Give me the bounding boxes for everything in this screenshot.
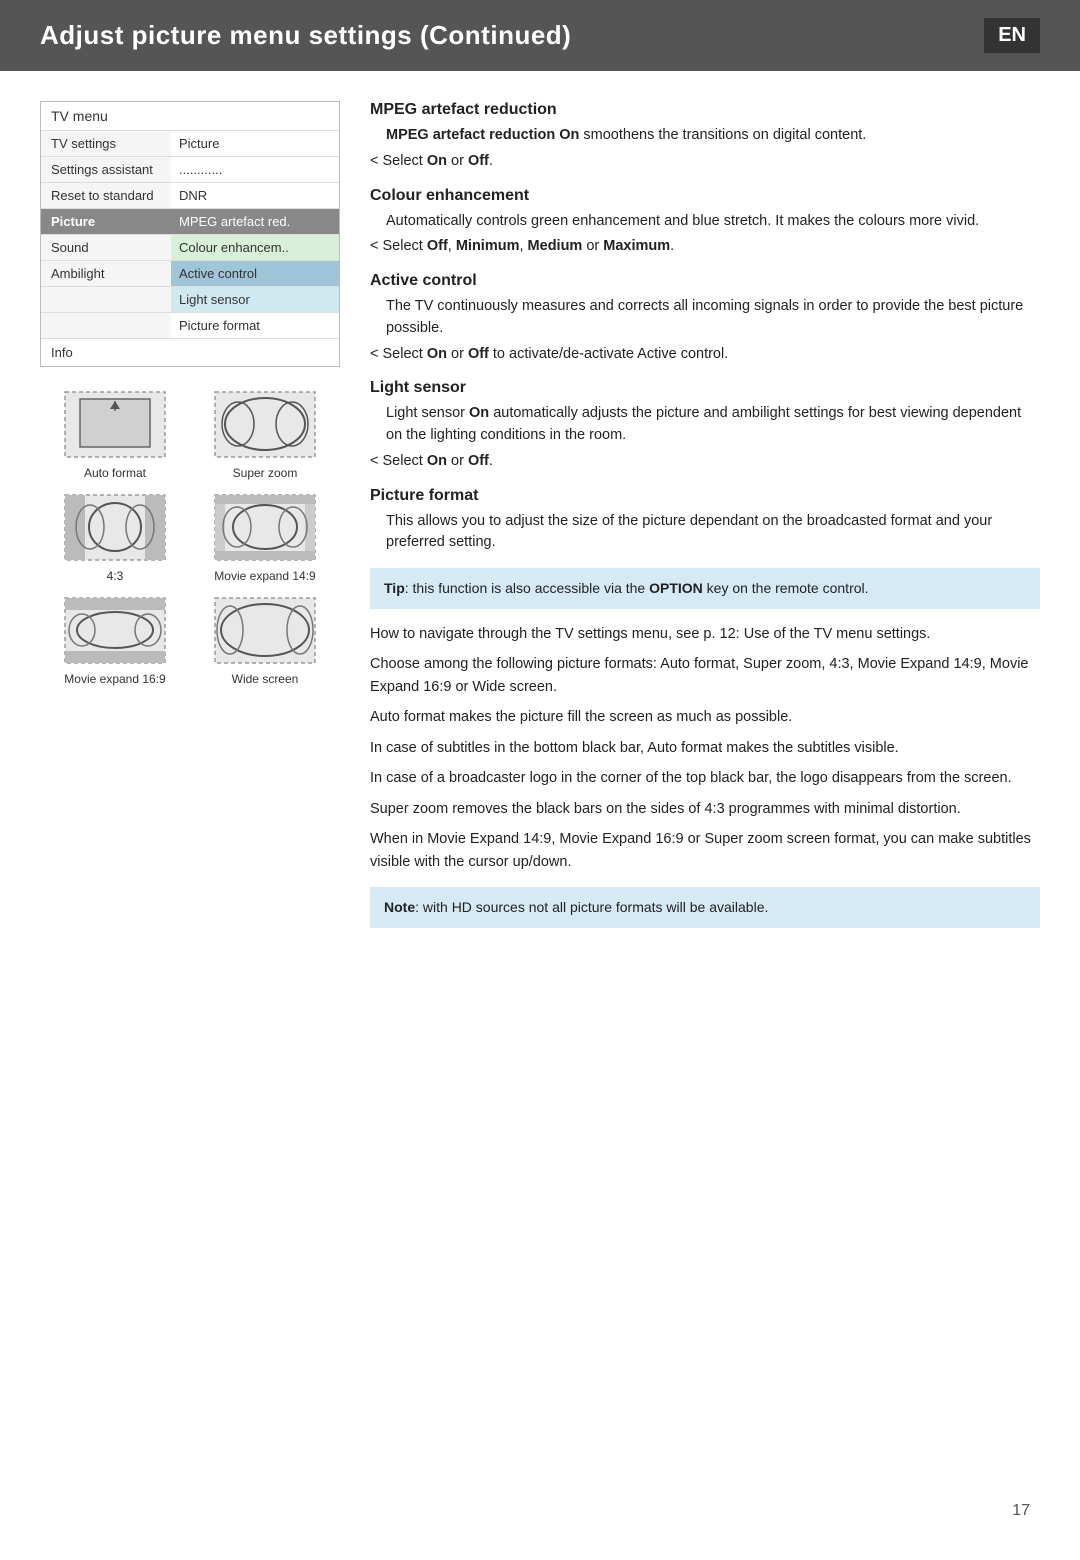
note-label: Note bbox=[384, 899, 415, 915]
active-select: Select On or Off to activate/de-activate… bbox=[370, 344, 1040, 366]
menu-right-dnr: DNR bbox=[171, 183, 339, 208]
main-content: TV menu TV settings Picture Settings ass… bbox=[0, 101, 1080, 942]
para-subtitles: In case of subtitles in the bottom black… bbox=[370, 737, 1040, 759]
colour-title: Colour enhancement bbox=[370, 187, 1040, 205]
menu-row-settings-assistant[interactable]: Settings assistant ............ bbox=[41, 156, 339, 182]
note-text: : with HD sources not all picture format… bbox=[415, 899, 768, 915]
mpeg-body: MPEG artefact reduction On smoothens the… bbox=[386, 125, 1040, 147]
super-zoom-svg bbox=[210, 387, 320, 462]
para-logo: In case of a broadcaster logo in the cor… bbox=[370, 767, 1040, 789]
diagram-movie-149: Movie expand 14:9 bbox=[205, 490, 325, 583]
tv-menu: TV menu TV settings Picture Settings ass… bbox=[40, 101, 340, 367]
menu-right-light-sensor: Light sensor bbox=[171, 287, 339, 312]
diagram-wide-screen: Wide screen bbox=[205, 593, 325, 686]
movie-149-label: Movie expand 14:9 bbox=[214, 569, 315, 583]
diagram-row-3: Movie expand 16:9 Wide screen bbox=[40, 593, 340, 686]
menu-row-ambilight[interactable]: Ambilight Active control bbox=[41, 260, 339, 286]
para-super-zoom: Super zoom removes the black bars on the… bbox=[370, 798, 1040, 820]
menu-row-light-sensor[interactable]: Light sensor bbox=[41, 286, 339, 312]
mpeg-bold: MPEG artefact reduction On bbox=[386, 127, 579, 143]
language-badge: EN bbox=[984, 18, 1040, 53]
tip-text: : this function is also accessible via t… bbox=[405, 580, 869, 596]
para-auto: Auto format makes the picture fill the s… bbox=[370, 706, 1040, 728]
menu-right-active-control: Active control bbox=[171, 261, 339, 286]
page-title: Adjust picture menu settings (Continued) bbox=[40, 20, 571, 51]
diagram-row-2: 4:3 Mov bbox=[40, 490, 340, 583]
tv-menu-header: TV menu bbox=[41, 102, 339, 130]
page-header: Adjust picture menu settings (Continued)… bbox=[0, 0, 1080, 71]
auto-format-svg bbox=[60, 387, 170, 462]
menu-left-ambilight: Ambilight bbox=[41, 261, 171, 286]
mpeg-title: MPEG artefact reduction bbox=[370, 101, 1040, 119]
right-column: MPEG artefact reduction MPEG artefact re… bbox=[370, 101, 1040, 942]
section-colour: Colour enhancement Automatically control… bbox=[370, 187, 1040, 259]
wide-screen-label: Wide screen bbox=[232, 672, 299, 686]
tip-label: Tip bbox=[384, 580, 405, 596]
menu-left-reset: Reset to standard bbox=[41, 183, 171, 208]
menu-row-picture[interactable]: Picture MPEG artefact red. bbox=[41, 208, 339, 234]
menu-left-sound: Sound bbox=[41, 235, 171, 260]
section-active: Active control The TV continuously measu… bbox=[370, 272, 1040, 365]
menu-row-picture-format[interactable]: Picture format bbox=[41, 312, 339, 338]
diagram-43: 4:3 bbox=[55, 490, 175, 583]
ratio-43-svg bbox=[60, 490, 170, 565]
active-title: Active control bbox=[370, 272, 1040, 290]
para-navigate: How to navigate through the TV settings … bbox=[370, 623, 1040, 645]
picture-format-body: This allows you to adjust the size of th… bbox=[386, 511, 1040, 555]
picture-format-title: Picture format bbox=[370, 487, 1040, 505]
menu-left-empty1 bbox=[41, 287, 171, 312]
light-body: Light sensor On automatically adjusts th… bbox=[386, 403, 1040, 447]
menu-left-tv-settings: TV settings bbox=[41, 131, 171, 156]
menu-right-picture: Picture bbox=[171, 131, 339, 156]
light-select: Select On or Off. bbox=[370, 451, 1040, 473]
auto-format-label: Auto format bbox=[84, 466, 146, 480]
menu-info: Info bbox=[41, 338, 339, 366]
wide-screen-svg bbox=[210, 593, 320, 668]
colour-body: Automatically controls green enhancement… bbox=[386, 211, 1040, 233]
menu-left-settings-assistant: Settings assistant bbox=[41, 157, 171, 182]
section-light: Light sensor Light sensor On automatical… bbox=[370, 379, 1040, 472]
format-diagrams: Auto format Super zoom bbox=[40, 387, 340, 686]
menu-left-picture: Picture bbox=[41, 209, 171, 234]
left-column: TV menu TV settings Picture Settings ass… bbox=[40, 101, 340, 942]
movie-169-label: Movie expand 16:9 bbox=[64, 672, 165, 686]
menu-right-colour: Colour enhancem.. bbox=[171, 235, 339, 260]
section-mpeg: MPEG artefact reduction MPEG artefact re… bbox=[370, 101, 1040, 173]
menu-row-tv-settings[interactable]: TV settings Picture bbox=[41, 130, 339, 156]
diagram-row-1: Auto format Super zoom bbox=[40, 387, 340, 480]
mpeg-select: Select On or Off. bbox=[370, 151, 1040, 173]
diagram-super-zoom: Super zoom bbox=[205, 387, 325, 480]
active-body: The TV continuously measures and correct… bbox=[386, 296, 1040, 340]
light-title: Light sensor bbox=[370, 379, 1040, 397]
movie-169-svg bbox=[60, 593, 170, 668]
movie-149-svg bbox=[210, 490, 320, 565]
menu-row-sound[interactable]: Sound Colour enhancem.. bbox=[41, 234, 339, 260]
menu-row-reset[interactable]: Reset to standard DNR bbox=[41, 182, 339, 208]
colour-select: Select Off, Minimum, Medium or Maximum. bbox=[370, 236, 1040, 258]
menu-left-empty2 bbox=[41, 313, 171, 338]
para-movie-expand: When in Movie Expand 14:9, Movie Expand … bbox=[370, 828, 1040, 873]
menu-right-picture-format: Picture format bbox=[171, 313, 339, 338]
diagram-auto-format: Auto format bbox=[55, 387, 175, 480]
note-box: Note: with HD sources not all picture fo… bbox=[370, 887, 1040, 928]
menu-right-dots: ............ bbox=[171, 157, 339, 182]
ratio-43-label: 4:3 bbox=[107, 569, 124, 583]
para-choose: Choose among the following picture forma… bbox=[370, 653, 1040, 698]
tip-box: Tip: this function is also accessible vi… bbox=[370, 568, 1040, 609]
diagram-movie-169: Movie expand 16:9 bbox=[55, 593, 175, 686]
super-zoom-label: Super zoom bbox=[233, 466, 298, 480]
menu-right-mpeg: MPEG artefact red. bbox=[171, 209, 339, 234]
section-picture-format: Picture format This allows you to adjust… bbox=[370, 487, 1040, 555]
page-number: 17 bbox=[1012, 1502, 1030, 1520]
